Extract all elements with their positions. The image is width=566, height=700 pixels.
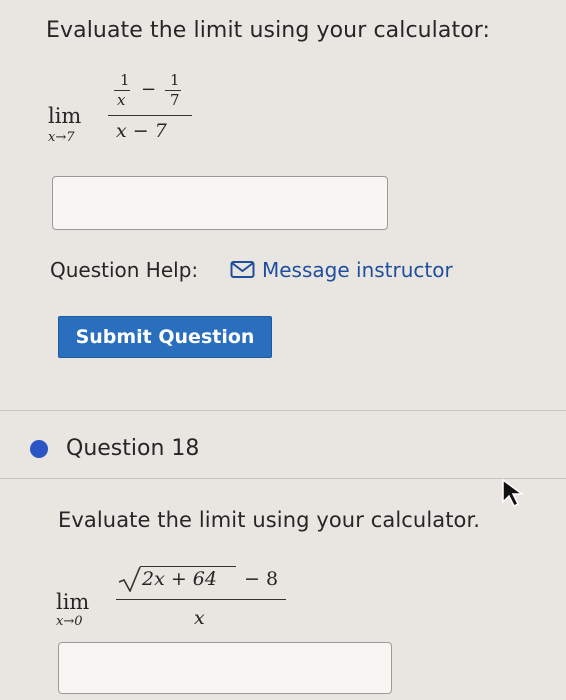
sqrt-icon [118, 566, 141, 592]
question-title: Question 18 [66, 436, 200, 461]
limit-expression-18: lim x→0 2x + 64 − 8 x [52, 560, 312, 640]
message-instructor-label: Message instructor [262, 258, 453, 282]
denominator: x − 7 [116, 120, 167, 142]
frac1-top: 1 [120, 71, 130, 89]
limit-expression: lim x→7 1 x − 1 7 x − 7 [44, 68, 224, 158]
main-fraction-bar-18 [116, 599, 286, 601]
question-help-label: Question Help: [50, 258, 199, 282]
limit-approach: x→7 [48, 130, 75, 145]
envelope-icon [230, 260, 256, 280]
answer-input[interactable] [52, 176, 388, 230]
num-minus: − [141, 79, 157, 100]
denominator-18: x [194, 607, 205, 629]
answer-input-18[interactable] [58, 642, 392, 694]
question-prompt: Evaluate the limit using your calculator… [46, 18, 491, 43]
section-divider-2 [0, 478, 566, 479]
question-help: Question Help: [50, 258, 198, 282]
section-divider [0, 410, 566, 411]
frac2-bottom: 7 [170, 91, 180, 109]
mouse-cursor-icon [500, 478, 526, 512]
submit-question-button[interactable]: Submit Question [58, 316, 272, 358]
lim-label-18: lim [56, 590, 90, 614]
question-status-dot [30, 440, 48, 458]
limit-approach-18: x→0 [56, 614, 83, 629]
radicand: 2x + 64 [142, 568, 217, 590]
numerator-minus-8: − 8 [244, 568, 279, 590]
main-fraction-bar [108, 115, 192, 117]
frac1-bottom: x [117, 91, 126, 109]
question-prompt-18: Evaluate the limit using your calculator… [58, 508, 481, 532]
lim-label: lim [48, 104, 82, 128]
message-instructor-link[interactable]: Message instructor [230, 258, 453, 282]
frac2-top: 1 [170, 71, 180, 89]
